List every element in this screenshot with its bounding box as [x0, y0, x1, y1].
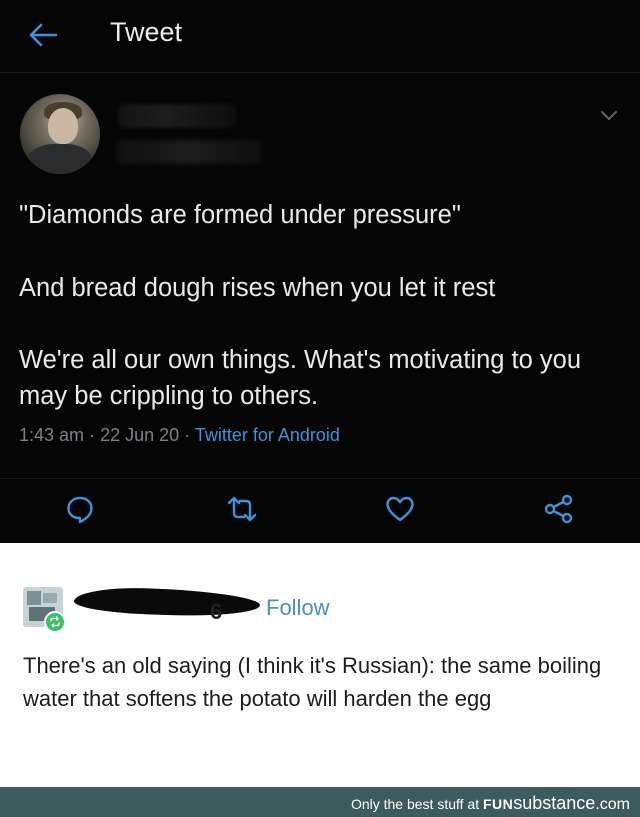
- back-button[interactable]: [26, 20, 60, 50]
- retweet-icon: [227, 496, 257, 522]
- tweet-source-link[interactable]: Twitter for Android: [195, 425, 340, 445]
- heart-icon: [386, 496, 414, 522]
- meta-separator: ·: [184, 425, 191, 445]
- reply-bubble-icon: [67, 496, 93, 524]
- share-button[interactable]: [543, 493, 575, 525]
- chevron-down-icon: [601, 111, 617, 120]
- reblog-icon: [50, 616, 60, 628]
- tweet-header: Tweet: [0, 0, 640, 73]
- retweet-button[interactable]: [226, 493, 258, 525]
- author-avatar[interactable]: [20, 94, 100, 174]
- tweet-meta: 1:43 am · 22 Jun 20 · Twitter for Androi…: [19, 425, 340, 446]
- tweet-time: 1:43 am: [19, 425, 85, 445]
- tumblr-username-redacted[interactable]: [73, 585, 261, 619]
- tweet-line-2: And bread dough rises when you let it re…: [19, 274, 496, 302]
- watermark-text: Only the best stuff at FUNsubstance.com: [351, 793, 630, 814]
- tweet-line-1: "Diamonds are formed under pressure": [19, 201, 461, 229]
- arrow-left-icon: [29, 23, 58, 47]
- tumblr-post: 6 Follow There's an old saying (I think …: [0, 543, 640, 787]
- share-icon: [544, 494, 573, 524]
- tweet-line-3: We're all our own things. What's motivat…: [19, 346, 582, 410]
- author-name-redacted[interactable]: [118, 104, 236, 128]
- screenshot-page: Tweet "Diamonds are formed under pressur…: [0, 0, 640, 817]
- like-button[interactable]: [384, 493, 416, 525]
- follow-button[interactable]: Follow: [266, 595, 330, 621]
- tweet-actions: [0, 478, 640, 539]
- reply-button[interactable]: [64, 493, 96, 525]
- more-options-button[interactable]: [598, 106, 620, 124]
- funsubstance-logo: FUNsubstance.com: [482, 793, 630, 813]
- tweet-date: 22 Jun 20: [100, 425, 180, 445]
- header-title: Tweet: [110, 17, 183, 47]
- tumblr-username-tail: 6: [210, 599, 223, 624]
- author-handle-redacted: [116, 140, 262, 164]
- watermark-tagline: Only the best stuff at: [350, 796, 480, 812]
- reblog-badge: [44, 611, 66, 633]
- watermark-bar: Only the best stuff at FUNsubstance.com: [0, 787, 640, 817]
- tumblr-post-body: There's an old saying (I think it's Russ…: [23, 653, 602, 711]
- tweet-screenshot: Tweet "Diamonds are formed under pressur…: [0, 0, 640, 543]
- meta-separator: ·: [89, 425, 96, 445]
